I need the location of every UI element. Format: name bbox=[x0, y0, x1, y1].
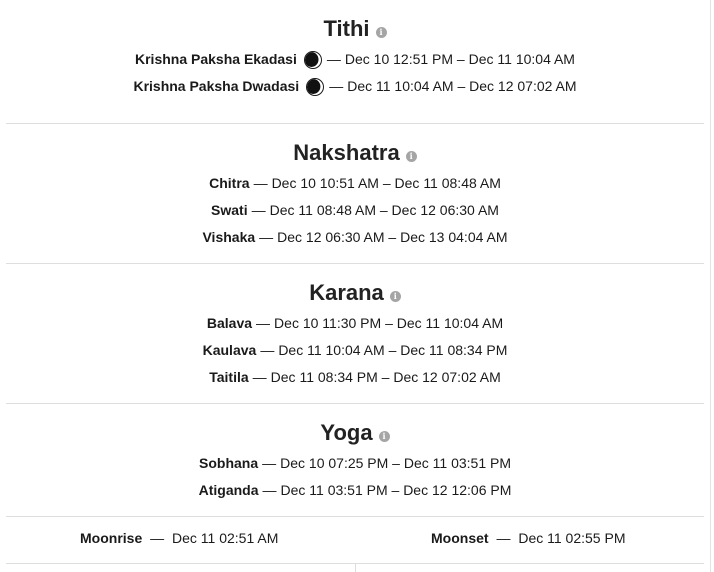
tithi-title: Tithi bbox=[323, 16, 370, 41]
yoga-row: Sobhana — Dec 10 07:25 PM – Dec 11 03:51… bbox=[6, 450, 704, 477]
moonset-time: Dec 11 02:55 PM bbox=[518, 530, 626, 546]
karana-range: Dec 11 08:34 PM – Dec 12 07:02 AM bbox=[270, 369, 501, 385]
waning-moon-icon bbox=[303, 50, 322, 69]
separator: — bbox=[252, 369, 267, 385]
column-divider bbox=[355, 564, 356, 572]
yoga-name: Atiganda bbox=[198, 482, 259, 498]
karana-section: Karana i Balava — Dec 10 11:30 PM – Dec … bbox=[6, 280, 704, 391]
moonset-label: Moonset bbox=[431, 530, 489, 546]
nakshatra-section: Nakshatra i Chitra — Dec 10 10:51 AM – D… bbox=[6, 140, 704, 251]
yoga-title: Yoga bbox=[320, 420, 373, 445]
karana-row: Taitila — Dec 11 08:34 PM – Dec 12 07:02… bbox=[6, 364, 704, 391]
nakshatra-name: Swati bbox=[211, 202, 248, 218]
section-divider bbox=[6, 123, 704, 124]
info-icon[interactable]: i bbox=[389, 291, 401, 302]
separator: — bbox=[256, 315, 271, 331]
karana-name: Kaulava bbox=[202, 342, 257, 358]
yoga-row: Atiganda — Dec 11 03:51 PM – Dec 12 12:0… bbox=[6, 477, 704, 504]
karana-range: Dec 11 10:04 AM – Dec 11 08:34 PM bbox=[278, 342, 508, 358]
yoga-name: Sobhana bbox=[199, 455, 259, 471]
separator: — bbox=[262, 455, 277, 471]
nakshatra-row: Chitra — Dec 10 10:51 AM – Dec 11 08:48 … bbox=[6, 170, 704, 197]
section-divider bbox=[6, 403, 704, 404]
karana-row: Balava — Dec 10 11:30 PM – Dec 11 10:04 … bbox=[6, 310, 704, 337]
nakshatra-range: Dec 11 08:48 AM – Dec 12 06:30 AM bbox=[269, 202, 499, 218]
nakshatra-range: Dec 10 10:51 AM – Dec 11 08:48 AM bbox=[271, 175, 501, 191]
info-icon[interactable]: i bbox=[405, 151, 417, 162]
tithi-name: Krishna Paksha Dwadasi bbox=[133, 78, 300, 94]
karana-name: Balava bbox=[206, 315, 253, 331]
waning-moon-icon bbox=[306, 77, 325, 96]
separator: — bbox=[253, 175, 268, 191]
karana-range: Dec 10 11:30 PM – Dec 11 10:04 AM bbox=[274, 315, 504, 331]
moonrise-label: Moonrise bbox=[80, 530, 143, 546]
nakshatra-name: Vishaka bbox=[202, 229, 256, 245]
nakshatra-name: Chitra bbox=[209, 175, 250, 191]
tithi-section: Tithi i Krishna Paksha Ekadasi — Dec 10 … bbox=[6, 16, 704, 100]
moonrise-time: Dec 11 02:51 AM bbox=[172, 530, 279, 546]
yoga-range: Dec 10 07:25 PM – Dec 11 03:51 PM bbox=[280, 455, 511, 471]
tithi-name: Krishna Paksha Ekadasi bbox=[135, 51, 297, 67]
nakshatra-range: Dec 12 06:30 AM – Dec 13 04:04 AM bbox=[277, 229, 508, 245]
separator: — bbox=[260, 342, 275, 358]
tithi-range: Dec 10 12:51 PM – Dec 11 10:04 AM bbox=[344, 51, 575, 67]
info-icon[interactable]: i bbox=[375, 27, 387, 38]
separator: — bbox=[329, 78, 344, 94]
moonrise-item: Moonrise — Dec 11 02:51 AM bbox=[80, 530, 278, 546]
separator: — bbox=[262, 482, 277, 498]
separator: — bbox=[251, 202, 266, 218]
moonset-item: Moonset — Dec 11 02:55 PM bbox=[431, 530, 625, 546]
nakshatra-row: Swati — Dec 11 08:48 AM – Dec 12 06:30 A… bbox=[6, 197, 704, 224]
karana-row: Kaulava — Dec 11 10:04 AM – Dec 11 08:34… bbox=[6, 337, 704, 364]
yoga-section: Yoga i Sobhana — Dec 10 07:25 PM – Dec 1… bbox=[6, 420, 704, 504]
tithi-range: Dec 11 10:04 AM – Dec 12 07:02 AM bbox=[347, 78, 577, 94]
separator: — bbox=[496, 530, 511, 546]
info-icon[interactable]: i bbox=[378, 431, 390, 442]
nakshatra-title: Nakshatra bbox=[293, 140, 400, 165]
tithi-row: Krishna Paksha Dwadasi — Dec 11 10:04 AM… bbox=[6, 73, 704, 100]
tithi-row: Krishna Paksha Ekadasi — Dec 10 12:51 PM… bbox=[6, 46, 704, 73]
yoga-range: Dec 11 03:51 PM – Dec 12 12:06 PM bbox=[280, 482, 512, 498]
separator: — bbox=[150, 530, 165, 546]
separator: — bbox=[259, 229, 274, 245]
nakshatra-row: Vishaka — Dec 12 06:30 AM – Dec 13 04:04… bbox=[6, 224, 704, 251]
karana-name: Taitila bbox=[209, 369, 249, 385]
section-divider bbox=[6, 516, 704, 517]
separator: — bbox=[326, 51, 341, 67]
karana-title: Karana bbox=[309, 280, 384, 305]
section-divider bbox=[6, 263, 704, 264]
